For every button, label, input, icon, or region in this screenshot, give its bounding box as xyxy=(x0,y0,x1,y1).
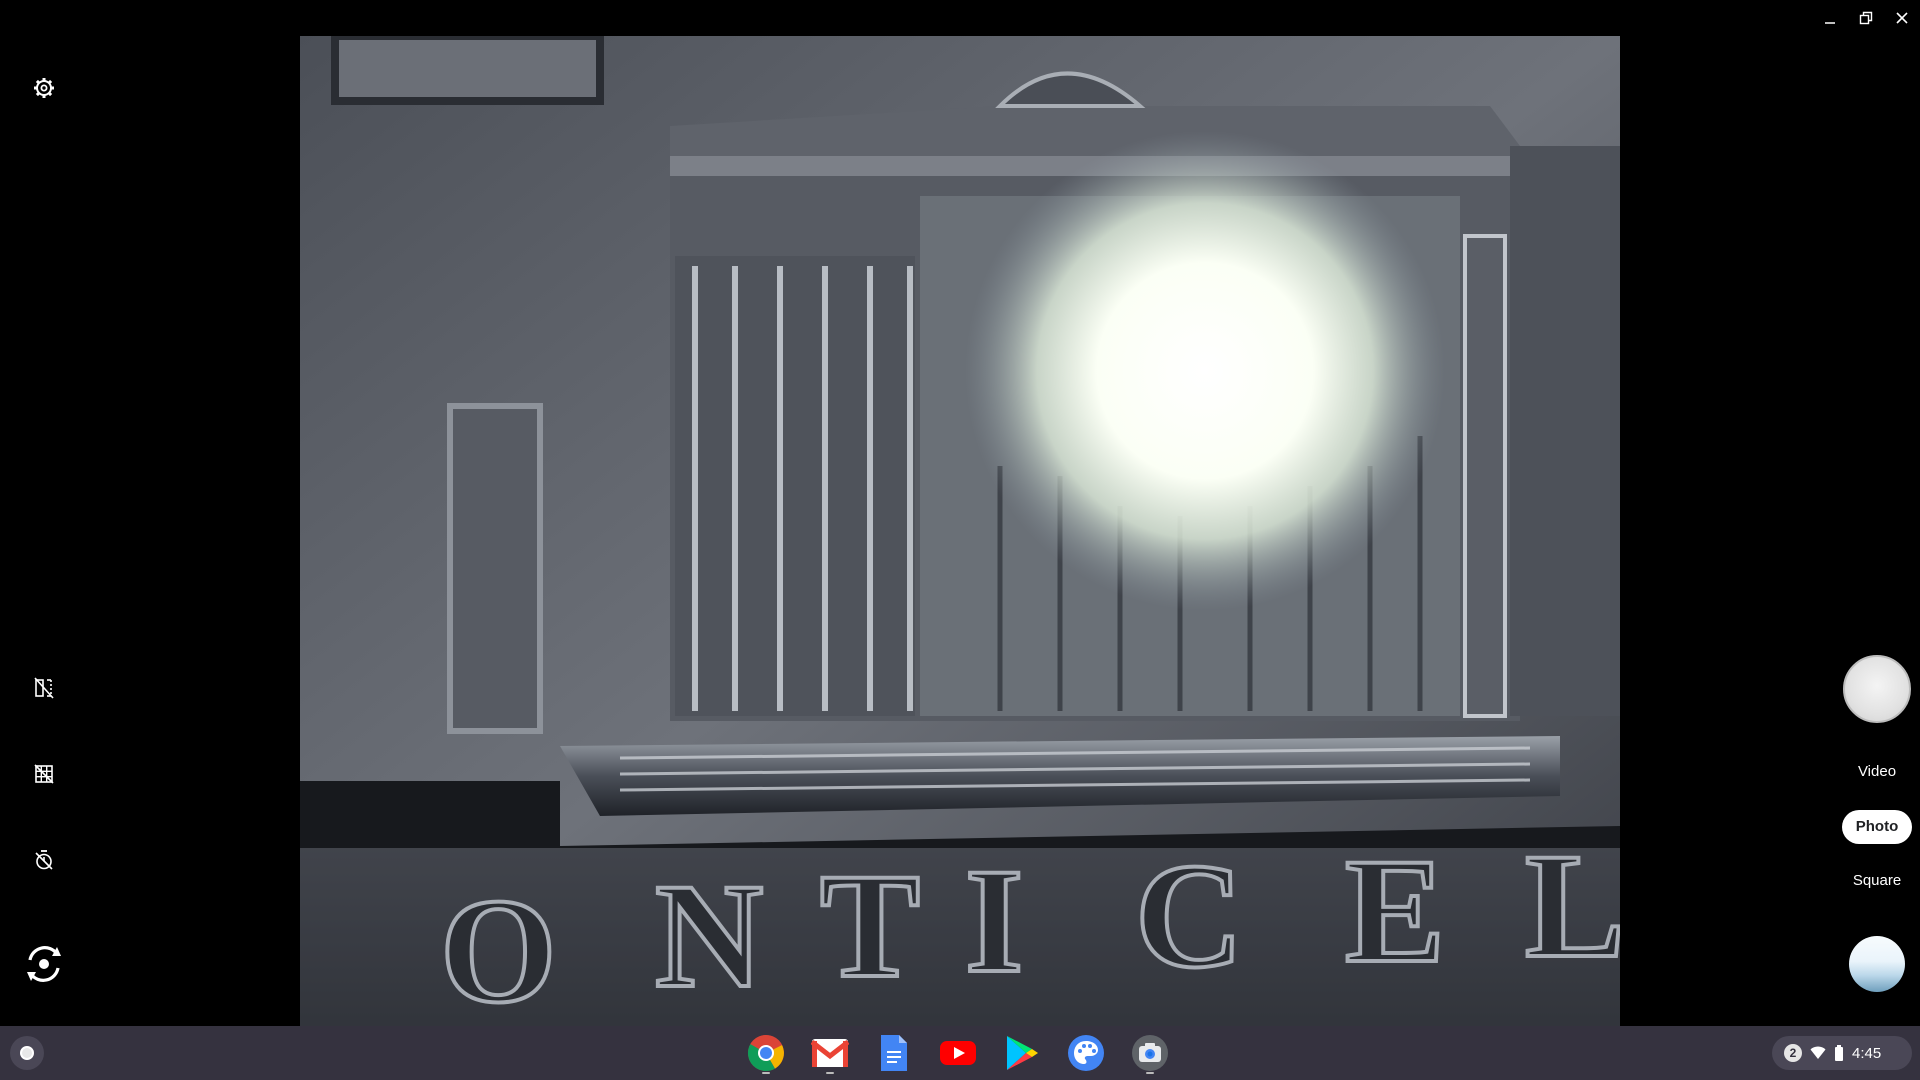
docs-icon xyxy=(881,1035,907,1071)
system-tray[interactable]: 2 4:45 xyxy=(1772,1036,1912,1070)
running-indicator xyxy=(826,1072,834,1074)
taskbar-shelf: 2 4:45 xyxy=(0,1026,1920,1080)
settings-button[interactable] xyxy=(22,66,66,110)
youtube-icon xyxy=(940,1041,976,1065)
gmail-icon xyxy=(811,1039,849,1067)
shutter-button[interactable] xyxy=(1843,655,1911,723)
play-store-icon xyxy=(1007,1036,1038,1070)
timer-off-icon xyxy=(35,850,53,870)
inscription-letter: I xyxy=(965,838,1023,1004)
mode-video[interactable]: Video xyxy=(1832,763,1920,780)
grid-icon xyxy=(34,764,54,784)
switch-camera-button[interactable] xyxy=(20,940,68,988)
clock: 4:45 xyxy=(1852,1044,1882,1062)
app-gmail[interactable] xyxy=(808,1031,852,1075)
chrome-icon xyxy=(747,1035,784,1072)
battery-icon xyxy=(1835,1045,1843,1061)
left-options-rail xyxy=(0,0,90,1026)
gallery-thumbnail[interactable] xyxy=(1849,936,1905,992)
app-youtube[interactable] xyxy=(936,1031,980,1075)
app-camera[interactable] xyxy=(1128,1031,1172,1075)
grid-toggle[interactable] xyxy=(22,752,66,796)
coin-macro-image: O N T I C E L xyxy=(300,36,1620,1026)
switch-camera-icon xyxy=(27,946,61,982)
inscription-letter: E xyxy=(1345,828,1445,994)
settings-icon xyxy=(34,78,54,98)
launcher-icon xyxy=(20,1046,34,1060)
inscription-letter: O xyxy=(440,868,557,1026)
inscription-letter: N xyxy=(655,853,763,1019)
inscription-letter: L xyxy=(1525,823,1620,989)
running-indicator xyxy=(762,1072,770,1074)
canvas-palette-icon xyxy=(1068,1035,1104,1071)
pinned-apps xyxy=(744,1031,1172,1075)
camera-app-window: O N T I C E L Video Photo Square xyxy=(0,0,1920,1026)
mirror-icon xyxy=(34,677,54,699)
timer-toggle[interactable] xyxy=(22,838,66,882)
app-canvas[interactable] xyxy=(1064,1031,1108,1075)
app-play-store[interactable] xyxy=(1000,1031,1044,1075)
right-capture-rail: Video Photo Square xyxy=(1720,0,1920,1026)
app-chrome[interactable] xyxy=(744,1031,788,1075)
inscription-letter: T xyxy=(820,843,920,1009)
launcher-button[interactable] xyxy=(10,1036,44,1070)
camera-preview[interactable]: O N T I C E L xyxy=(300,36,1620,1026)
mode-photo[interactable]: Photo xyxy=(1842,810,1912,844)
mirror-toggle[interactable] xyxy=(22,666,66,710)
app-docs[interactable] xyxy=(872,1031,916,1075)
camera-icon xyxy=(1132,1035,1168,1071)
running-indicator xyxy=(1146,1072,1154,1074)
inscription-letter: C xyxy=(1135,833,1243,999)
mode-square[interactable]: Square xyxy=(1832,872,1920,889)
wifi-icon xyxy=(1810,1046,1826,1059)
notification-count-badge: 2 xyxy=(1784,1044,1802,1062)
